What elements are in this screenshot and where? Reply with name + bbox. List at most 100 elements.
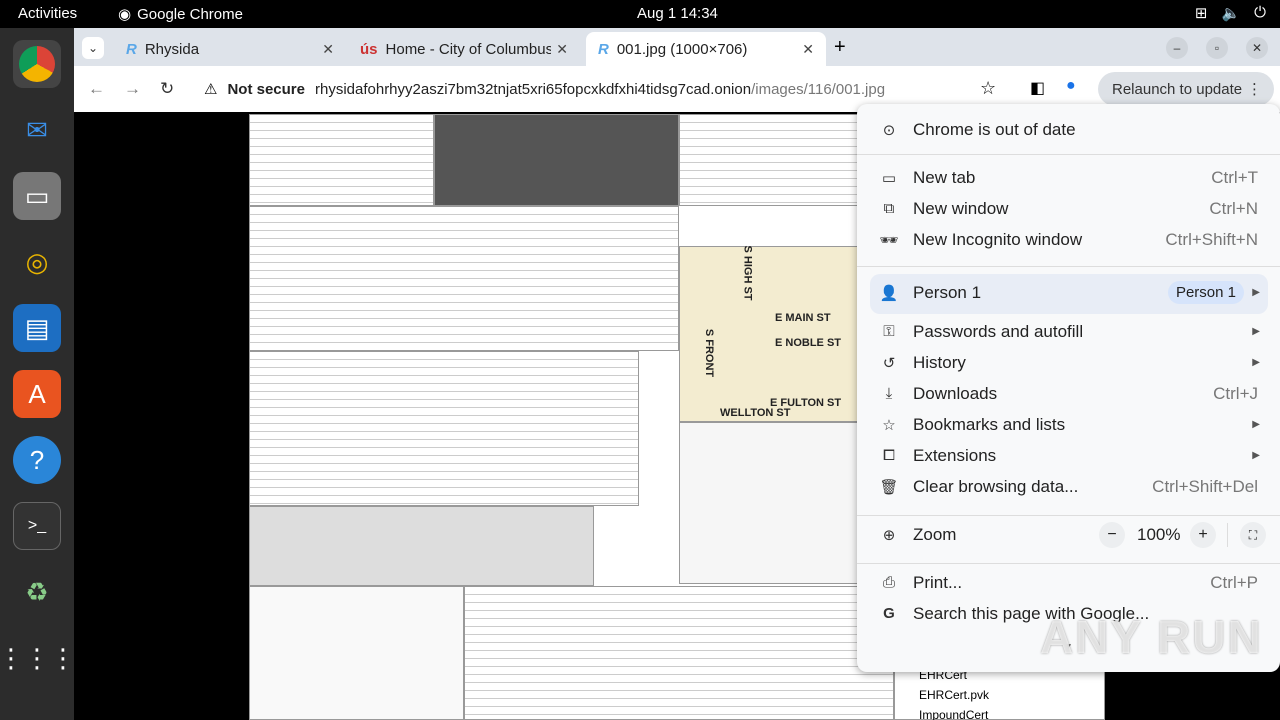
tab-title: Rhysida [144,40,200,58]
map-panel: E MAIN ST E NOBLE ST E FULTON ST S HIGH … [679,245,859,422]
zoom-value: 100% [1137,525,1181,544]
close-tab-icon[interactable]: ✕ [802,41,814,58]
history-icon: ↺ [882,354,896,372]
menu-label: Clear browsing data... [913,476,1079,496]
menu-label: Extensions [913,445,997,465]
new-tab-button[interactable]: + [834,36,846,59]
tab-001-jpg[interactable]: R 001.jpg (1000×706) ✕ [586,32,826,66]
security-chip[interactable]: Not secure [227,81,305,98]
menu-item-history[interactable]: ↺ History ▶ [857,347,1280,378]
side-panel-icon[interactable]: ◧ [1030,78,1045,98]
tab-bar: ⌄ R Rhysida ✕ ús Home - City of Columbus ✕ R… [74,28,1280,66]
menu-item-bookmarks[interactable]: ☆ Bookmarks and lists ▶ [857,409,1280,440]
submenu-arrow-icon: ▶ [1252,287,1260,298]
printer-icon: ⎙ [882,574,895,591]
menu-item-new-tab[interactable]: ▭ New tab Ctrl+T [857,162,1280,193]
app-menu[interactable]: ◉ Google Chrome [118,5,243,24]
shortcut: Ctrl+Shift+Del [1152,476,1258,496]
menu-item-passwords[interactable]: ⚿ Passwords and autofill ▶ [857,316,1280,347]
tab-columbus[interactable]: ús Home - City of Columbus ✕ [348,32,580,66]
submenu-arrow-icon: ▶ [1252,357,1260,368]
app-center-icon[interactable]: A [13,370,61,418]
files-icon[interactable]: ▭ [13,172,61,220]
trash-icon[interactable]: ♻ [13,568,61,616]
reload-button[interactable]: ↻ [160,79,174,99]
street-label: WELLTON ST [720,407,791,419]
app-name: Google Chrome [137,5,243,23]
address-bar[interactable]: ⚠ Not secure rhysidafohrhyy2aszi7bm32tnj… [194,72,994,106]
menu-item-new-window[interactable]: ⧉ New window Ctrl+N [857,193,1280,224]
tab-title: 001.jpg (1000×706) [616,40,748,58]
relaunch-label: Relaunch to update [1112,80,1243,98]
person-icon: 👤 [879,284,899,302]
incognito-icon: 🕶 [879,231,899,249]
street-label: S HIGH ST [741,245,754,301]
volume-icon: 🔈 [1221,5,1241,22]
minimize-button[interactable]: – [1166,37,1188,59]
menu-label: New tab [913,167,976,187]
tab-rhysida[interactable]: R Rhysida ✕ [114,32,346,66]
menu-label: New Incognito window [913,229,1083,249]
fullscreen-button[interactable]: ⛶ [1240,522,1266,548]
back-button[interactable]: ← [88,79,105,99]
shortcut: Ctrl+Shift+N [1165,229,1258,249]
relaunch-button[interactable]: Relaunch to update ⋮ [1098,72,1274,106]
close-window-button[interactable]: ✕ [1246,37,1268,59]
submenu-arrow-icon: ▶ [1252,326,1260,337]
more-menu-icon[interactable]: ⋮ [1247,80,1262,98]
anyrun-watermark: ANY RUN [1040,611,1263,663]
credential-table-2 [249,351,639,506]
shortcut: Ctrl+P [1210,572,1258,592]
bookmark-star-icon[interactable]: ☆ [980,78,996,99]
activities-button[interactable]: Activities [18,5,77,22]
zoom-in-button[interactable]: + [1190,522,1216,548]
credential-table [249,206,679,351]
tab-title: Home - City of Columbus [385,40,551,58]
new-window-icon: ⧉ [883,200,895,217]
network-icon: ⊞ [1194,5,1208,22]
menu-item-print[interactable]: ⎙ Print... Ctrl+P [857,567,1280,598]
login-dialog-panel [249,506,594,586]
trash-icon: 🗑 [879,478,899,496]
rhythmbox-icon[interactable]: ◎ [13,238,61,286]
process-list-panel [464,586,894,720]
menu-label: Person 1 [913,282,982,302]
power-icon: ⏻ [1254,4,1266,21]
terminal-icon[interactable]: >_ [13,502,61,550]
star-icon: ☆ [882,416,896,434]
tree-view-panel [679,422,859,584]
update-icon: ⊙ [882,121,896,139]
menu-item-clear-data[interactable]: 🗑 Clear browsing data... Ctrl+Shift+Del [857,471,1280,502]
menu-label: Bookmarks and lists [913,414,1066,434]
menu-item-update[interactable]: ⊙ Chrome is out of date [857,114,1280,145]
clock[interactable]: Aug 1 14:34 [637,5,718,22]
puzzle-icon: ⧠ [882,447,895,464]
new-tab-icon: ▭ [881,169,897,187]
system-tray[interactable]: ⊞ 🔈 ⏻ [1195,4,1266,22]
rhysida-favicon: R [126,40,137,58]
download-icon: ⤓ [885,385,893,402]
menu-item-extensions[interactable]: ⧠ Extensions ▶ [857,440,1280,471]
menu-item-incognito[interactable]: 🕶 New Incognito window Ctrl+Shift+N [857,224,1280,255]
tab-search-button[interactable]: ⌄ [82,37,104,59]
maximize-button[interactable]: ▫ [1206,37,1228,59]
zoom-icon: ⊕ [882,527,896,544]
chrome-icon[interactable] [13,40,61,88]
street-label: E NOBLE ST [775,337,842,349]
writer-icon[interactable]: ▤ [13,304,61,352]
warning-icon: ⚠ [204,81,218,98]
chrome-icon: ◉ [118,6,132,23]
close-tab-icon[interactable]: ✕ [322,41,334,58]
file-item: EHRCert.pvk [919,688,990,702]
columbus-favicon: ús [360,40,378,58]
profile-badge: Person 1 [1167,281,1244,304]
thunderbird-icon[interactable]: ✉ [13,106,61,154]
help-icon[interactable]: ? [13,436,61,484]
show-apps-icon[interactable]: ⋮⋮⋮ [0,634,76,682]
menu-item-profile[interactable]: 👤 Person 1 Person 1 ▶ [857,277,1280,308]
profile-avatar[interactable]: ● [1066,77,1076,95]
forward-button[interactable]: → [124,79,141,99]
close-tab-icon[interactable]: ✕ [556,41,568,58]
menu-item-downloads[interactable]: ⤓ Downloads Ctrl+J [857,378,1280,409]
zoom-out-button[interactable]: − [1099,522,1125,548]
